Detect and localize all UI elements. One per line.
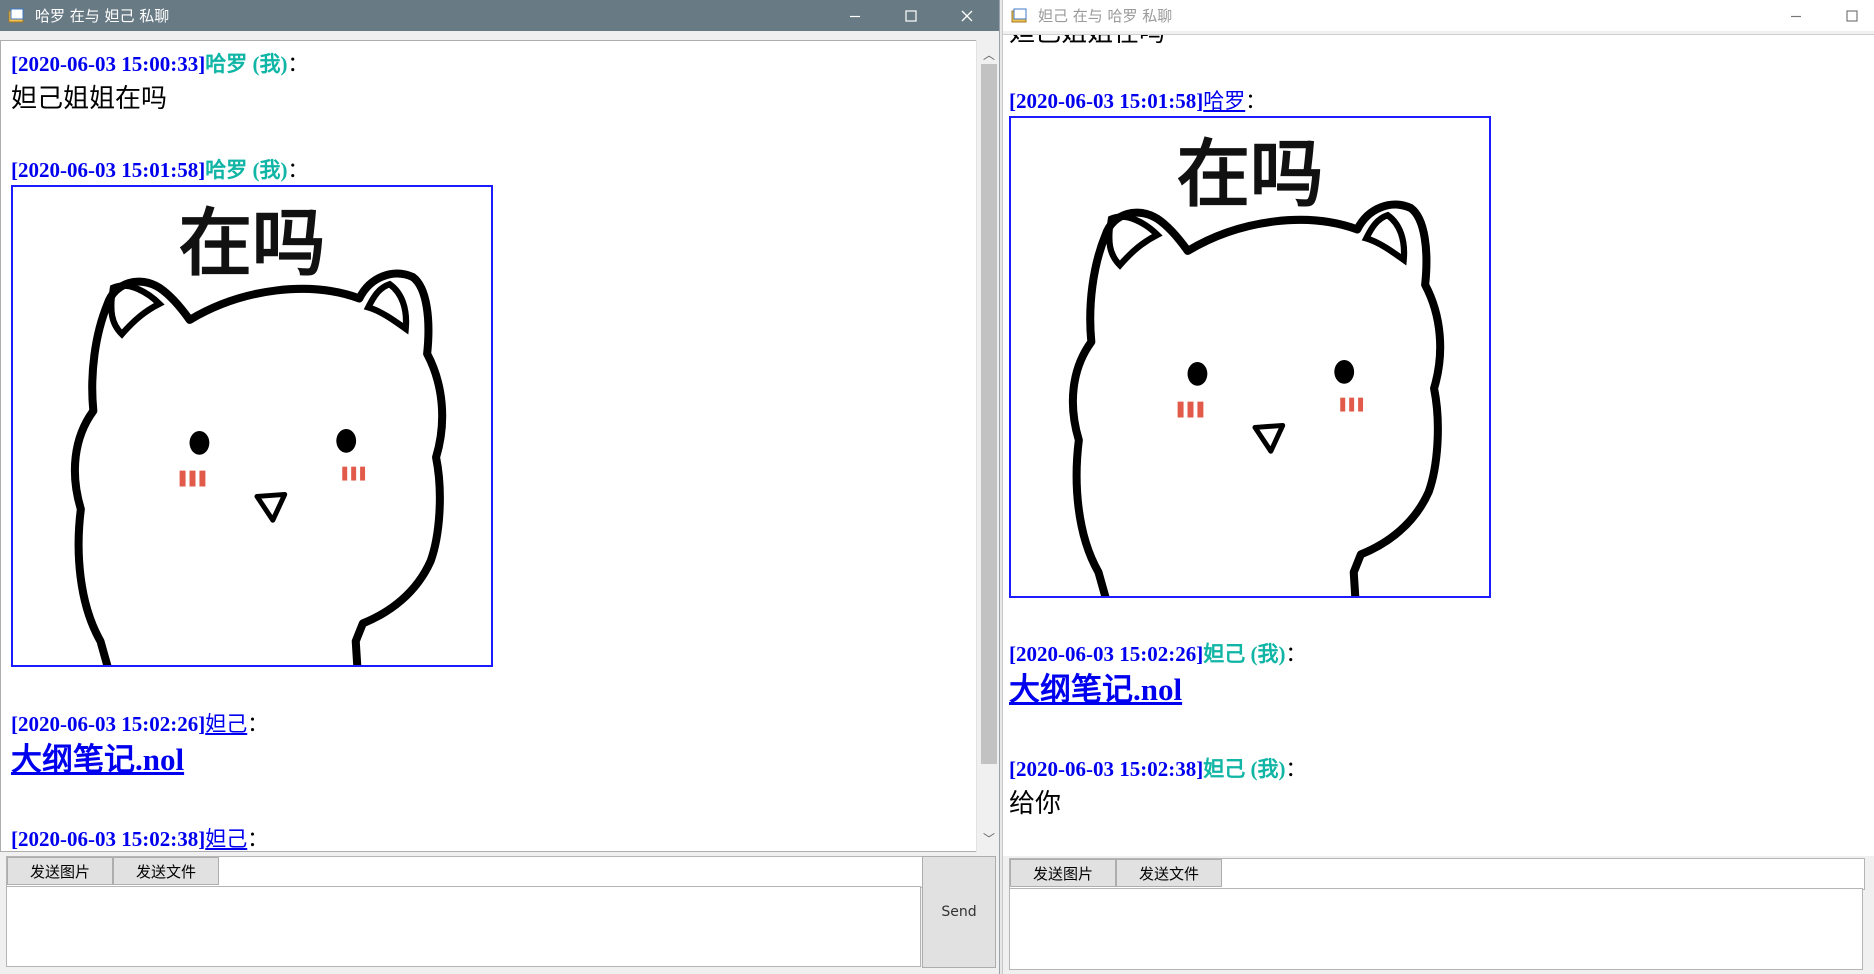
cat-sticker-graphic: 在吗 — [1011, 118, 1489, 596]
message: [2020-06-03 15:02:26]妲己 (我)： 大纲笔记.nol — [1009, 641, 1306, 709]
message: [2020-06-03 15:02:38]妲己 (我)： 给你 — [1009, 756, 1306, 820]
message-text: 妲己姐姐在吗 — [1009, 35, 1165, 49]
sender-name: 妲己 (我) — [1203, 642, 1286, 666]
colon: ： — [247, 827, 269, 851]
scroll-up-icon[interactable]: ︿ — [977, 44, 999, 64]
colon: ： — [1285, 642, 1307, 666]
colon: ： — [287, 158, 309, 182]
message-timestamp: [2020-06-03 15:02:38] — [11, 827, 206, 851]
message-header: [2020-06-03 15:02:38]妲己： — [11, 826, 269, 851]
sender-name[interactable]: 哈罗 — [1203, 89, 1245, 113]
message-timestamp: [2020-06-03 15:01:58] — [1009, 89, 1204, 113]
chat-history[interactable]: 妲己姐姐在吗 [2020-06-03 15:01:58]哈罗： 在吗 [2020… — [1003, 34, 1874, 856]
message: [2020-06-03 15:02:26]妲己： 大纲笔记.nol — [11, 711, 268, 779]
cat-sticker-graphic: 在吗 — [13, 187, 491, 665]
message-header: [2020-06-03 15:01:58]哈罗 (我)： — [11, 157, 493, 183]
message: [2020-06-03 15:01:58]哈罗： 在吗 — [1009, 88, 1491, 598]
title-bar[interactable]: 哈罗 在与 妲己 私聊 — [0, 0, 999, 31]
message-input[interactable] — [6, 886, 921, 967]
input-toolbar: 发送图片 发送文件 — [6, 856, 923, 888]
colon: ： — [1245, 89, 1267, 113]
window-title: 妲己 在与 哈罗 私聊 — [1038, 7, 1173, 25]
send-image-button[interactable]: 发送图片 — [1010, 859, 1117, 887]
sticker-image[interactable]: 在吗 — [1009, 116, 1491, 598]
message-text: 给你 — [1009, 789, 1062, 818]
colon: ： — [247, 712, 269, 736]
input-toolbar: 发送图片 发送文件 — [1009, 858, 1865, 890]
colon: ： — [1285, 757, 1307, 781]
sticker-caption: 在吗 — [179, 201, 326, 286]
window-title: 哈罗 在与 妲己 私聊 — [35, 7, 170, 25]
message-timestamp: [2020-06-03 15:02:26] — [1009, 642, 1204, 666]
chat-scrollbar[interactable]: ︿ ﹀ — [976, 40, 999, 852]
maximize-icon — [1846, 9, 1858, 22]
left-chat-window: 哈罗 在与 妲己 私聊 [2020-06-03 15:00:33]哈罗 (我)：… — [0, 0, 1000, 974]
minimize-icon — [850, 15, 860, 17]
message-header: [2020-06-03 15:00:33]哈罗 (我)： — [11, 51, 308, 77]
message: [2020-06-03 15:00:33]哈罗 (我)： 妲己姐姐在吗 — [11, 51, 308, 115]
message-timestamp: [2020-06-03 15:02:38] — [1009, 757, 1204, 781]
file-link[interactable]: 大纲笔记.nol — [1009, 671, 1306, 709]
send-file-button[interactable]: 发送文件 — [113, 857, 220, 885]
message-timestamp: [2020-06-03 15:00:33] — [11, 52, 206, 76]
close-button[interactable] — [940, 0, 994, 31]
message-input[interactable] — [1009, 888, 1863, 970]
send-file-button[interactable]: 发送文件 — [1116, 859, 1223, 887]
maximize-button[interactable] — [1825, 0, 1874, 31]
app-icon — [1010, 6, 1030, 26]
sticker-image[interactable]: 在吗 — [11, 185, 493, 667]
send-image-button[interactable]: 发送图片 — [7, 857, 114, 885]
message-header: [2020-06-03 15:01:58]哈罗： — [1009, 88, 1491, 114]
message: [2020-06-03 15:02:38]妲己： — [11, 826, 269, 851]
message-timestamp: [2020-06-03 15:01:58] — [11, 158, 206, 182]
chat-history[interactable]: [2020-06-03 15:00:33]哈罗 (我)： 妲己姐姐在吗 [202… — [0, 40, 976, 852]
message: [2020-06-03 15:01:58]哈罗 (我)： 在吗 — [11, 157, 493, 667]
send-button[interactable]: Send — [922, 856, 996, 968]
right-chat-window: 妲己 在与 哈罗 私聊 妲己姐姐在吗 [2020-06-03 15:01:58]… — [1002, 0, 1874, 974]
sender-name[interactable]: 妲己 — [205, 827, 247, 851]
maximize-button[interactable] — [884, 0, 938, 31]
maximize-icon — [905, 9, 917, 22]
minimize-button[interactable] — [828, 0, 882, 31]
sender-name: 妲己 (我) — [1203, 757, 1286, 781]
scrollbar-thumb[interactable] — [981, 64, 997, 764]
message-header: [2020-06-03 15:02:38]妲己 (我)： — [1009, 756, 1306, 782]
sender-name: 哈罗 (我) — [205, 52, 288, 76]
scroll-down-icon[interactable]: ﹀ — [977, 828, 999, 848]
message-timestamp: [2020-06-03 15:02:26] — [11, 712, 206, 736]
message-header: [2020-06-03 15:02:26]妲己： — [11, 711, 268, 737]
sender-name: 哈罗 (我) — [205, 158, 288, 182]
file-link[interactable]: 大纲笔记.nol — [11, 741, 268, 779]
close-icon — [961, 10, 973, 21]
sticker-caption: 在吗 — [1177, 132, 1324, 217]
app-icon — [7, 6, 27, 26]
message-header: [2020-06-03 15:02:26]妲己 (我)： — [1009, 641, 1306, 667]
colon: ： — [287, 52, 309, 76]
minimize-icon — [1791, 15, 1801, 17]
minimize-button[interactable] — [1769, 0, 1823, 31]
sender-name[interactable]: 妲己 — [205, 712, 247, 736]
title-bar[interactable]: 妲己 在与 哈罗 私聊 — [1003, 0, 1874, 31]
message-text: 妲己姐姐在吗 — [11, 84, 168, 113]
message: 妲己姐姐在吗 — [1009, 35, 1165, 49]
